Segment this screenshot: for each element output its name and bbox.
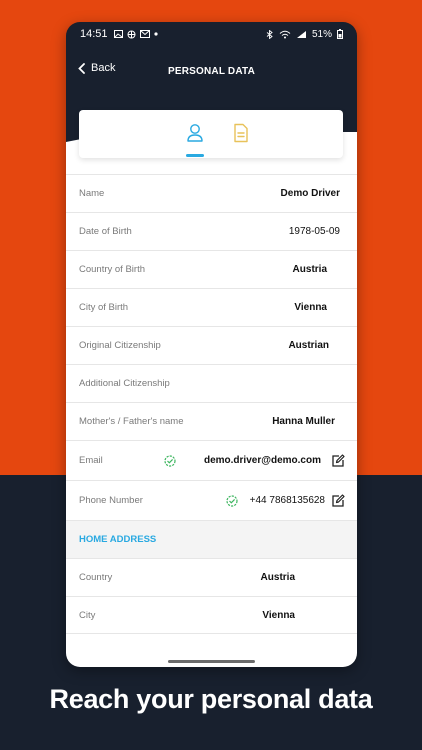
field-label: Phone Number [79,495,143,506]
field-value: Hanna Muller [272,416,335,427]
field-value: Demo Driver [280,188,340,199]
field-value: 1978-05-09 [288,226,340,237]
phone-frame: 14:51 51% Back PERSONAL DATA Name Demo D… [66,22,357,667]
document-icon [234,123,248,143]
battery-icon [337,29,343,39]
verified-icon [226,494,238,507]
field-label: Country of Birth [79,264,145,275]
field-city-of-birth: City of Birth Vienna [66,288,357,326]
tab-documents[interactable] [230,122,252,144]
notification-icons [113,30,158,39]
bluetooth-icon [266,29,273,39]
field-value: Austria [292,264,327,275]
field-name: Name Demo Driver [66,174,357,212]
field-label: Date of Birth [79,226,132,237]
personal-data-list: Name Demo Driver Date of Birth 1978-05-0… [66,174,357,634]
field-label: Original Citizenship [79,340,161,351]
field-label: Mother's / Father's name [79,416,184,427]
mail-icon [139,30,150,38]
tab-card [79,110,343,158]
battery-percent: 51% [311,28,332,40]
edit-icon[interactable] [331,453,345,468]
field-original-citizenship: Original Citizenship Austrian [66,326,357,364]
field-label: Email [79,455,103,466]
field-value: Vienna [262,609,295,621]
home-indicator[interactable] [168,660,255,663]
field-label: Country [79,572,113,583]
navigation-bar: Back PERSONAL DATA [66,58,357,86]
field-parents-name: Mother's / Father's name Hanna Muller [66,402,357,440]
user-icon [187,124,203,142]
promo-caption: Reach your personal data [49,684,373,714]
status-bar: 14:51 51% [66,22,357,46]
field-email: Email demo.driver@demo.com [66,440,357,480]
fan-icon [127,30,136,38]
field-label: Additional Citizenship [79,378,170,389]
field-value: +44 7868135628 [249,495,325,506]
field-home-country: Country Austria [66,558,357,596]
status-time: 14:51 [80,28,108,40]
field-label: Name [79,188,105,199]
field-value: demo.driver@demo.com [203,455,321,466]
home-address-heading: HOME ADDRESS [66,520,357,558]
wifi-icon [279,30,291,38]
field-additional-citizenship: Additional Citizenship [66,364,357,402]
field-value: Austrian [288,340,329,351]
field-phone: Phone Number +44 7868135628 [66,480,357,520]
dot-icon [153,32,158,36]
field-value: Vienna [294,302,327,313]
field-date-of-birth: Date of Birth 1978-05-09 [66,212,357,250]
tab-personal[interactable] [184,122,206,144]
status-right: 51% [265,29,343,40]
image-icon [113,30,123,38]
field-country-of-birth: Country of Birth Austria [66,250,357,288]
page-title: PERSONAL DATA [167,66,256,77]
verified-icon [164,454,176,467]
field-home-city: City Vienna [66,596,357,634]
edit-icon[interactable] [331,493,345,508]
field-label: City [79,609,96,621]
signal-icon [296,30,306,38]
field-label: City of Birth [79,302,129,313]
field-value: Austria [260,572,295,583]
active-tab-indicator [186,154,204,157]
